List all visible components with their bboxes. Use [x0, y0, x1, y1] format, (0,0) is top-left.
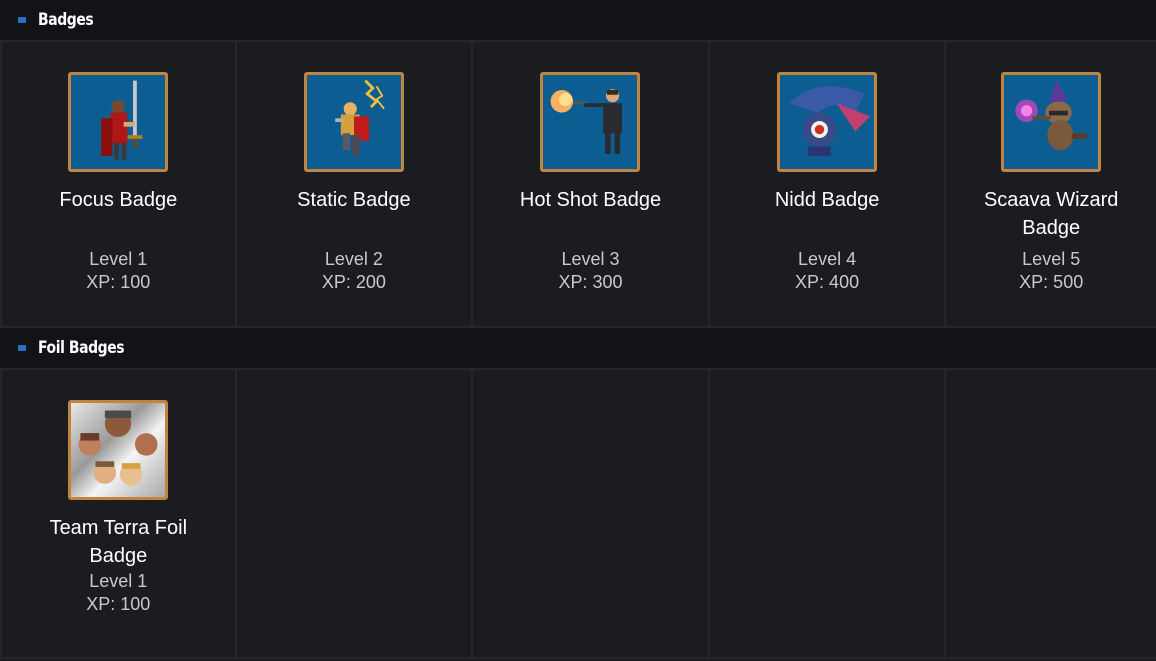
section-bullet-icon — [18, 17, 26, 23]
badge-card-nidd[interactable]: Nidd Badge Level 4 XP: 400 — [710, 42, 947, 326]
badge-name: Focus Badge — [59, 189, 178, 211]
knight-sword-icon — [68, 72, 169, 172]
empty-badge-slot — [946, 370, 1156, 657]
foil-badges-grid: Team Terra Foil Badge Level 1 XP: 100 — [0, 370, 1156, 659]
badge-xp: XP: 300 — [558, 272, 623, 292]
badge-level: Level 3 — [561, 249, 620, 269]
badge-card-focus[interactable]: Focus Badge Level 1 XP: 100 — [0, 42, 237, 326]
badge-card-team-terra-foil[interactable]: Team Terra Foil Badge Level 1 XP: 100 — [0, 370, 237, 657]
badge-name: Nidd Badge — [774, 189, 880, 211]
badge-level: Level 1 — [89, 249, 148, 269]
badge-name: Hot Shot Badge — [519, 189, 662, 211]
badge-level: Level 4 — [798, 249, 857, 269]
badge-name: Team Terra Foil Badge — [49, 517, 188, 567]
badge-card-hot-shot[interactable]: Hot Shot Badge Level 3 XP: 300 — [473, 42, 710, 326]
winged-creature-icon — [777, 72, 878, 172]
section-title: Foil Badges — [38, 338, 125, 358]
badge-level: Level 5 — [1022, 249, 1081, 269]
badges-grid: Focus Badge Level 1 XP: 100 Static Badge… — [0, 42, 1156, 328]
badge-level: Level 1 — [89, 571, 148, 591]
lightning-warrior-icon — [303, 72, 404, 172]
section-title: Badges — [38, 10, 94, 30]
badge-xp: XP: 200 — [321, 272, 386, 292]
badge-xp: XP: 500 — [1019, 272, 1084, 292]
gunslinger-icon — [540, 72, 641, 172]
badge-xp: XP: 400 — [795, 272, 860, 292]
foil-badges-section-header: Foil Badges — [0, 328, 1156, 370]
badges-section-header: Badges — [0, 0, 1156, 42]
empty-badge-slot — [237, 370, 474, 657]
section-bullet-icon — [18, 345, 26, 351]
badge-card-scaava-wizard[interactable]: Scaava Wizard Badge Level 5 XP: 500 — [946, 42, 1156, 326]
badge-xp: XP: 100 — [86, 594, 151, 614]
empty-badge-slot — [710, 370, 947, 657]
team-faces-icon — [68, 400, 169, 500]
raccoon-wizard-icon — [1001, 72, 1102, 172]
badge-card-static[interactable]: Static Badge Level 2 XP: 200 — [237, 42, 474, 326]
empty-badge-slot — [473, 370, 710, 657]
badge-xp: XP: 100 — [86, 272, 151, 292]
badge-level: Level 2 — [324, 249, 383, 269]
badge-name: Static Badge — [297, 189, 411, 211]
badge-name: Scaava Wizard Badge — [983, 189, 1119, 239]
